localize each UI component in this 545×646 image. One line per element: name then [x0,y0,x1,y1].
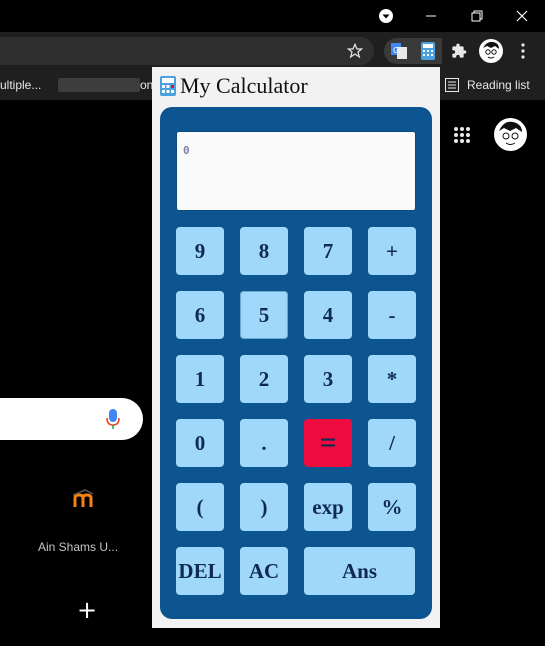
key-multiply[interactable]: * [368,355,416,403]
key-1[interactable]: 1 [176,355,224,403]
shortcut-label[interactable]: Ain Shams U... [38,540,118,554]
display-value: 0 [183,144,190,157]
more-vert-icon[interactable] [510,38,536,64]
key-close-paren[interactable]: ) [240,483,288,531]
key-minus[interactable]: - [368,291,416,339]
key-divide[interactable]: / [368,419,416,467]
calculator-icon [160,76,176,96]
restore-icon[interactable] [454,0,500,32]
key-9[interactable]: 9 [176,227,224,275]
key-exp[interactable]: exp [304,483,352,531]
bookmark-item[interactable]: ultiple... [0,70,41,100]
translate-icon[interactable]: G [384,38,414,64]
reading-list-icon [445,78,459,92]
key-equals[interactable]: = [304,419,352,467]
key-7[interactable]: 7 [304,227,352,275]
popup-title: My Calculator [160,73,308,99]
key-percent[interactable]: % [368,483,416,531]
calculator-body: 0 9 8 7 + 6 5 4 - 1 2 3 * 0 . = / ( ) ex… [160,107,432,619]
window-titlebar [0,0,545,32]
profile-avatar-icon[interactable] [478,38,504,64]
key-4[interactable]: 4 [304,291,352,339]
calculator-extension-icon[interactable] [414,38,442,64]
key-decimal[interactable]: . [240,419,288,467]
key-5[interactable]: 5 [240,291,288,339]
reading-list-label: Reading list [467,78,530,92]
bookmark-star-icon[interactable] [342,38,368,64]
key-8[interactable]: 8 [240,227,288,275]
puzzle-extensions-icon[interactable] [446,38,472,64]
google-search-box[interactable] [0,398,143,440]
close-icon[interactable] [499,0,545,32]
minimize-icon[interactable] [408,0,454,32]
calculator-popup: My Calculator 0 9 8 7 + 6 5 4 - 1 2 3 * … [152,67,440,628]
key-delete[interactable]: DEL [176,547,224,595]
key-answer[interactable]: Ans [304,547,415,595]
add-shortcut-icon[interactable]: + [77,598,97,622]
key-plus[interactable]: + [368,227,416,275]
key-0[interactable]: 0 [176,419,224,467]
reading-list-button[interactable]: Reading list [445,70,530,100]
apps-grid-icon[interactable] [453,126,471,148]
calculator-display: 0 [176,131,416,211]
key-open-paren[interactable]: ( [176,483,224,531]
key-3[interactable]: 3 [304,355,352,403]
profile-dropdown-icon[interactable] [363,0,409,32]
mic-icon[interactable] [106,409,120,433]
svg-text:G: G [393,46,399,55]
calculator-title: My Calculator [180,73,308,98]
bookmark-item-redacted[interactable]: on [58,70,153,100]
key-all-clear[interactable]: AC [240,547,288,595]
address-bar[interactable] [0,37,374,65]
key-6[interactable]: 6 [176,291,224,339]
moodle-icon[interactable] [72,489,99,513]
ntp-profile-avatar[interactable] [494,118,527,155]
key-2[interactable]: 2 [240,355,288,403]
